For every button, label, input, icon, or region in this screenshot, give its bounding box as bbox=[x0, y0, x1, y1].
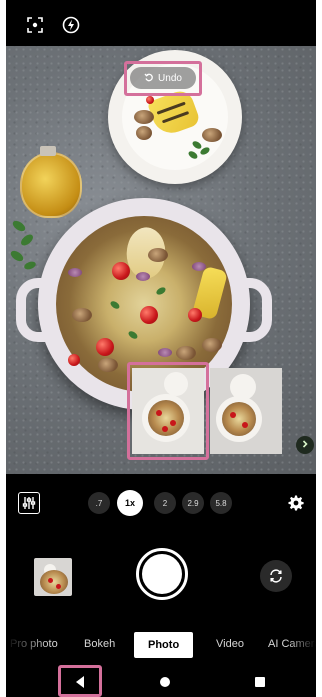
top-bar bbox=[6, 0, 316, 46]
zoom-2-9[interactable]: 2.9 bbox=[182, 492, 204, 514]
chevron-right-icon bbox=[301, 439, 309, 451]
home-icon[interactable] bbox=[160, 677, 170, 687]
zoom-1x[interactable]: 1x bbox=[117, 490, 143, 516]
oil-bottle bbox=[20, 152, 82, 218]
flash-auto-icon[interactable] bbox=[62, 16, 80, 34]
next-button[interactable] bbox=[296, 436, 314, 454]
shutter-button[interactable] bbox=[136, 548, 188, 600]
zoom-row: .7 1x 2 2.9 5.8 bbox=[6, 474, 316, 534]
zoom-2[interactable]: 2 bbox=[154, 492, 176, 514]
zoom-0-7[interactable]: .7 bbox=[88, 492, 110, 514]
thumbnail-2[interactable] bbox=[210, 368, 282, 454]
rotate-camera-icon[interactable] bbox=[260, 560, 292, 592]
thumbnail-highlight bbox=[127, 362, 209, 460]
viewfinder[interactable]: Undo bbox=[6, 46, 316, 474]
mode-video[interactable]: Video bbox=[216, 638, 244, 650]
system-nav-bar bbox=[6, 664, 316, 697]
camera-app: Undo .7 1x 2 2.9 5.8 Bokeh Photo Video A… bbox=[6, 0, 316, 697]
mode-selector: Pro photo Bokeh Photo Video AI Camera bbox=[6, 632, 316, 658]
sliders-icon[interactable] bbox=[18, 492, 40, 514]
back-highlight bbox=[58, 665, 102, 697]
mode-bokeh[interactable]: Bokeh bbox=[84, 638, 115, 650]
undo-highlight bbox=[124, 61, 202, 96]
zoom-5-8[interactable]: 5.8 bbox=[210, 492, 232, 514]
recents-icon[interactable] bbox=[255, 677, 265, 687]
mode-photo[interactable]: Photo bbox=[134, 632, 194, 658]
gear-icon[interactable] bbox=[288, 495, 304, 515]
focus-frame-icon[interactable] bbox=[26, 16, 44, 34]
gallery-thumbnail[interactable] bbox=[34, 558, 72, 596]
